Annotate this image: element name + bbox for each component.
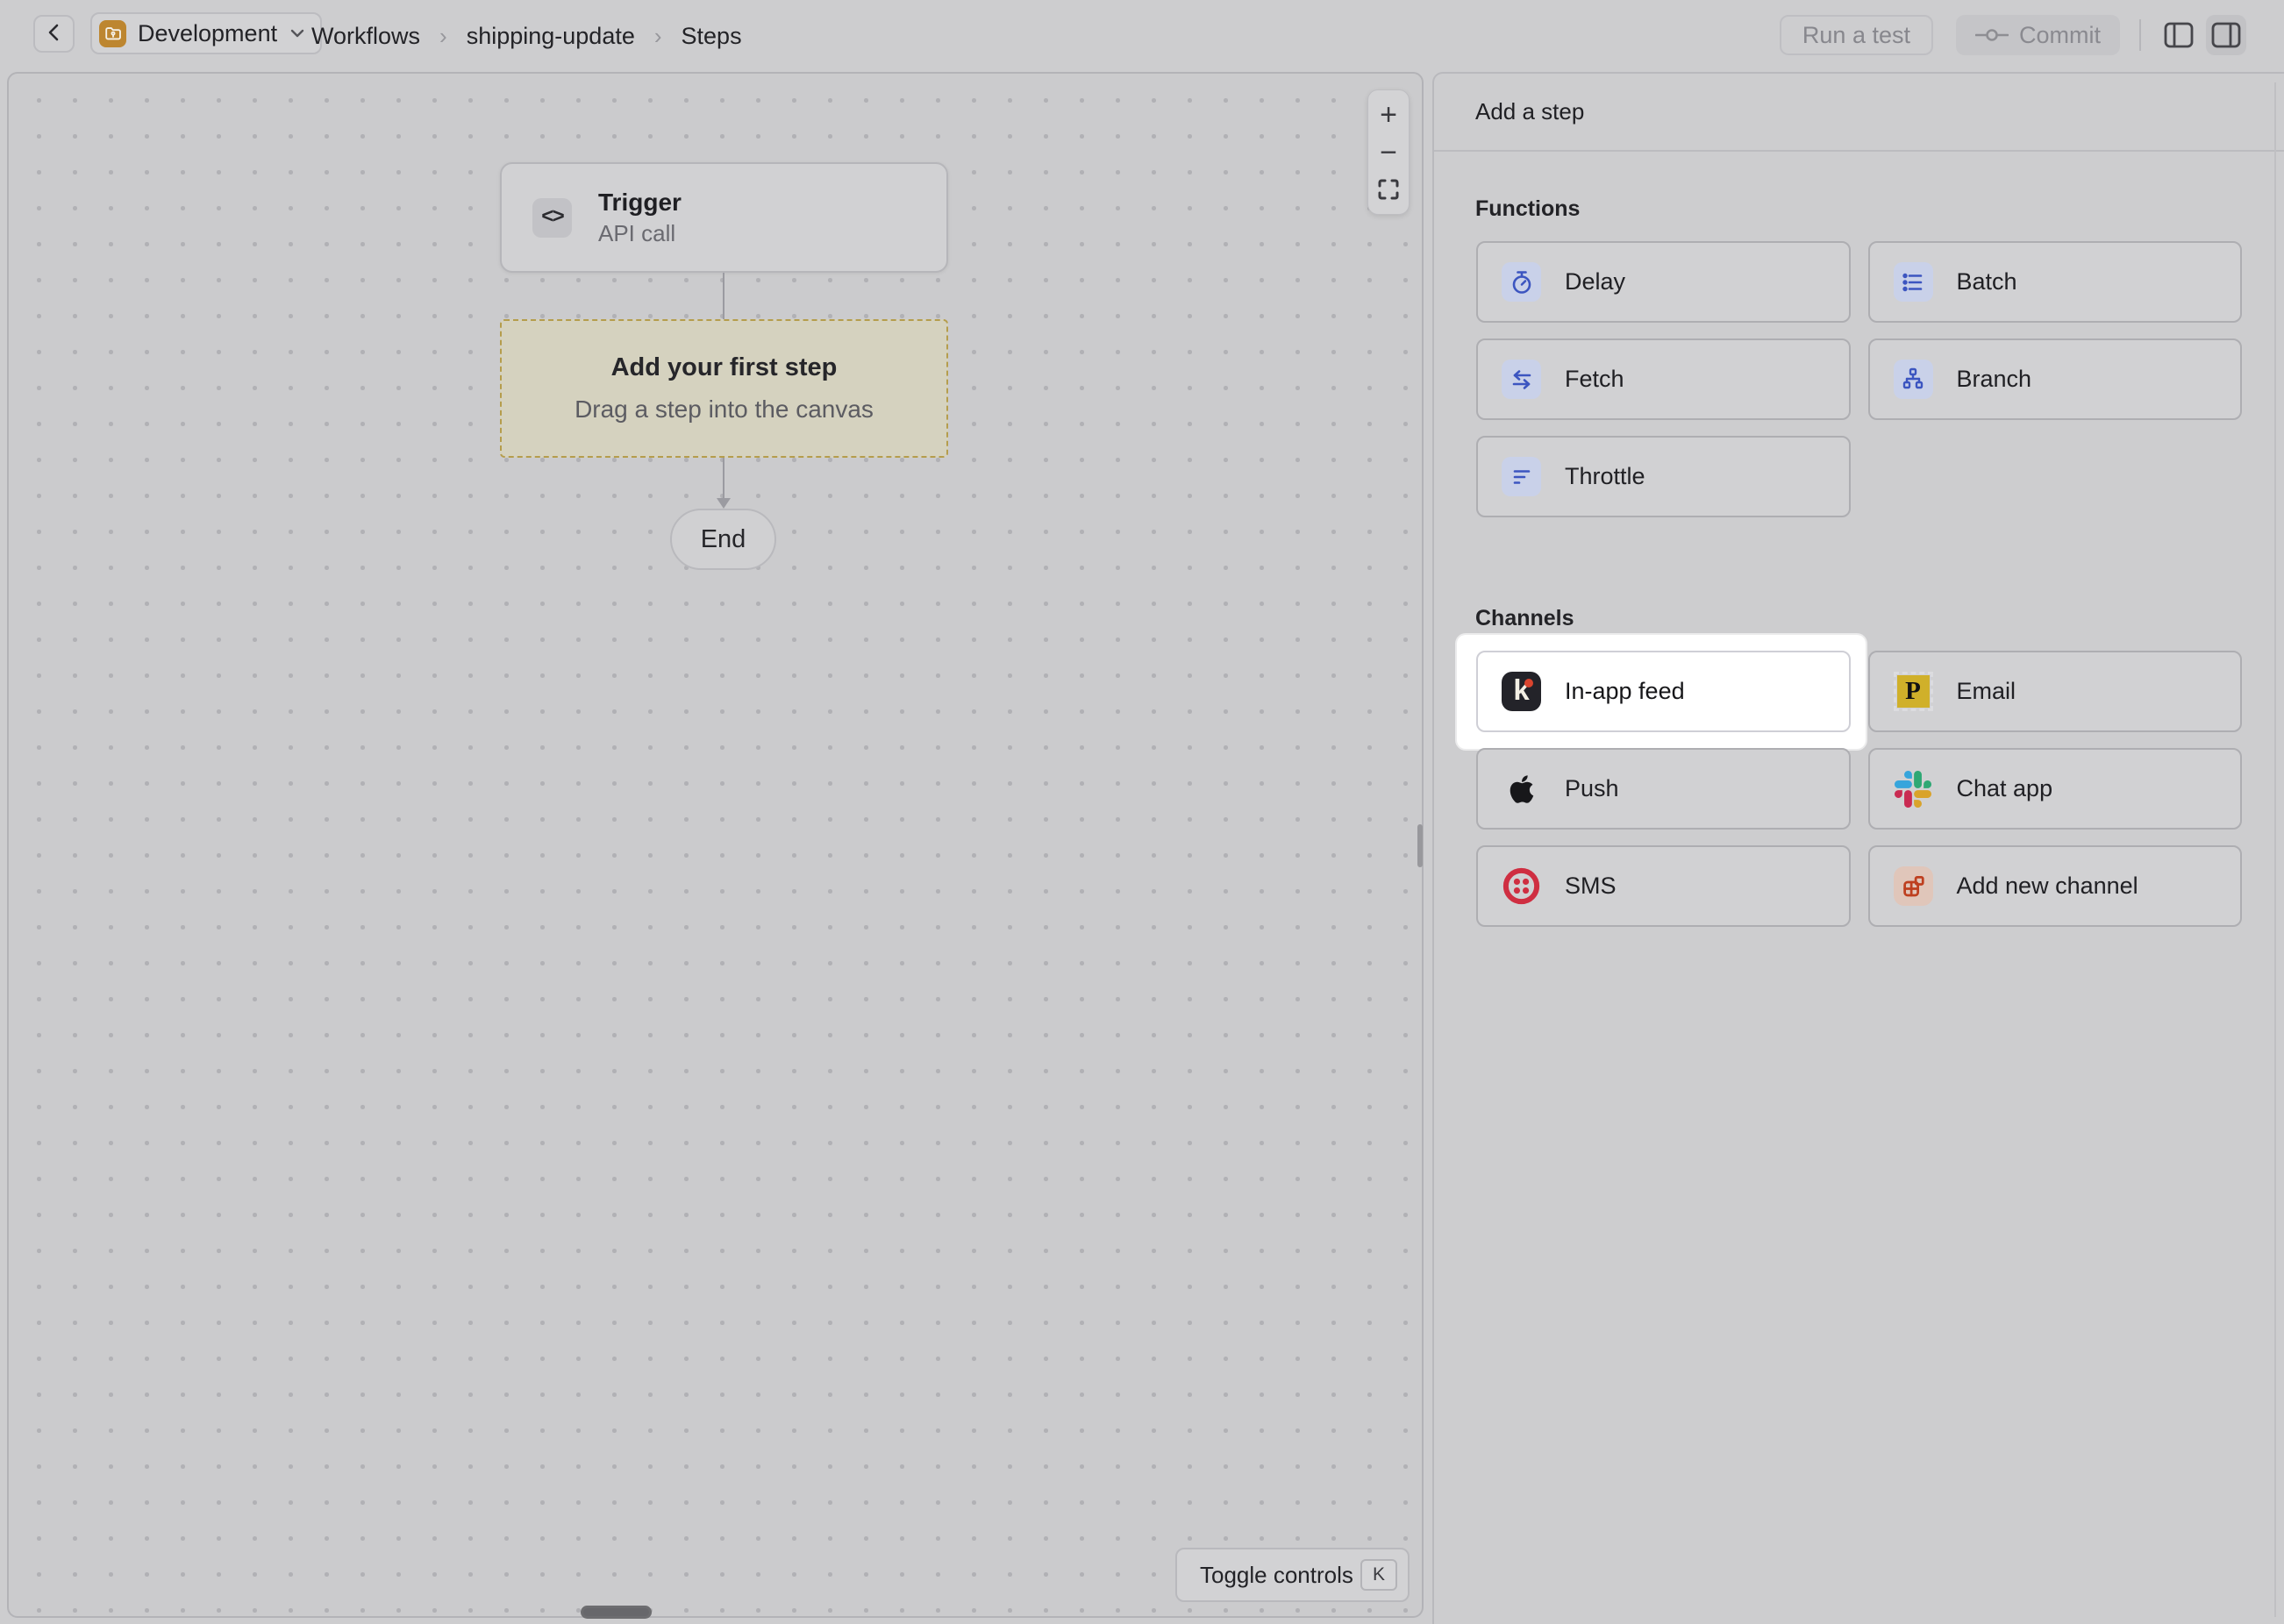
step-button-label: Email: [1957, 678, 2016, 705]
channels-section-label: Channels: [1475, 606, 2284, 631]
function-delay-button[interactable]: Delay: [1476, 241, 1851, 323]
panel-right-icon: [2210, 21, 2242, 49]
code-icon: <>: [532, 198, 572, 238]
toggle-controls-label: Toggle controls: [1200, 1562, 1353, 1589]
breadcrumb-separator: ›: [654, 23, 662, 50]
edge-arrow: [713, 458, 734, 515]
add-channel-blocks-icon: [1894, 866, 1933, 906]
function-fetch-button[interactable]: Fetch: [1476, 338, 1851, 420]
breadcrumb-steps[interactable]: Steps: [682, 23, 742, 50]
step-button-label: Push: [1565, 775, 1619, 802]
step-button-label: Batch: [1957, 268, 2017, 296]
knock-logo-icon: k: [1502, 672, 1541, 711]
workflow-canvas[interactable]: <> Trigger API call Add your first step …: [7, 72, 1424, 1618]
sidebar-title: Add a step: [1434, 74, 2284, 152]
commit-label: Commit: [2019, 22, 2101, 49]
zoom-in-button[interactable]: +: [1369, 97, 1408, 132]
channel-in-app-feed-button[interactable]: k In-app feed: [1476, 651, 1851, 732]
dropzone-subtitle: Drag a step into the canvas: [575, 395, 874, 424]
function-branch-button[interactable]: Branch: [1868, 338, 2243, 420]
breadcrumb: Workflows › shipping-update › Steps: [311, 0, 742, 72]
environment-folder-icon: [99, 20, 126, 47]
fit-view-button[interactable]: [1369, 172, 1408, 207]
trigger-title: Trigger: [598, 187, 682, 218]
panel-left-icon: [2163, 21, 2195, 49]
step-button-label: Add new channel: [1957, 873, 2138, 900]
topbar-divider: [2139, 19, 2141, 51]
breadcrumb-workflows[interactable]: Workflows: [311, 23, 420, 50]
channel-sms-button[interactable]: SMS: [1476, 845, 1851, 927]
step-button-label: In-app feed: [1565, 678, 1685, 705]
channel-chat-app-button[interactable]: Chat app: [1868, 748, 2243, 830]
environment-label: Development: [138, 20, 277, 47]
branch-tree-icon: [1894, 360, 1933, 399]
throttle-lines-icon: [1502, 457, 1541, 496]
canvas-zoom-controls: + −: [1367, 89, 1410, 215]
trigger-step-node[interactable]: <> Trigger API call: [500, 162, 948, 273]
add-new-channel-button[interactable]: Add new channel: [1868, 845, 2243, 927]
dropzone-title: Add your first step: [611, 353, 838, 382]
postmark-logo-icon: P: [1894, 672, 1933, 711]
functions-section-label: Functions: [1475, 196, 2284, 222]
back-button[interactable]: [33, 15, 75, 53]
chevron-left-icon: [43, 21, 66, 46]
knock-dot: [1524, 679, 1533, 687]
end-node[interactable]: End: [670, 509, 776, 570]
vertical-scrollbar-thumb[interactable]: [1417, 824, 1423, 867]
function-throttle-button[interactable]: Throttle: [1476, 436, 1851, 517]
function-batch-button[interactable]: Batch: [1868, 241, 2243, 323]
step-button-label: Branch: [1957, 366, 2032, 393]
step-button-label: SMS: [1565, 873, 1617, 900]
fit-view-icon: [1377, 178, 1400, 201]
trigger-subtitle: API call: [598, 218, 682, 248]
add-step-sidebar: Add a step Functions Delay Batch: [1432, 72, 2284, 1624]
batch-list-icon: [1894, 262, 1933, 302]
sidebar-scrollbar-track[interactable]: [2274, 82, 2276, 1617]
toggle-left-panel-button[interactable]: [2159, 15, 2199, 55]
channel-email-button[interactable]: P Email: [1868, 651, 2243, 732]
step-button-label: Delay: [1565, 268, 1625, 296]
twilio-logo-icon: [1502, 866, 1541, 906]
topbar-actions: Run a test Commit: [1780, 15, 2246, 55]
step-button-label: Chat app: [1957, 775, 2053, 802]
chevron-down-icon: [289, 27, 306, 39]
channel-push-button[interactable]: Push: [1476, 748, 1851, 830]
apple-logo-icon: [1502, 769, 1541, 808]
commit-button[interactable]: Commit: [1956, 15, 2120, 55]
zoom-out-button[interactable]: −: [1369, 135, 1408, 170]
horizontal-scrollbar-thumb[interactable]: [581, 1606, 652, 1619]
fetch-arrows-icon: [1502, 360, 1541, 399]
edge-connector: [723, 273, 724, 319]
slack-logo-icon: [1894, 769, 1933, 808]
toggle-right-panel-button[interactable]: [2206, 15, 2246, 55]
delay-timer-icon: [1502, 262, 1541, 302]
shortcut-keycap: K: [1360, 1559, 1397, 1591]
breadcrumb-separator: ›: [439, 23, 447, 50]
step-button-label: Fetch: [1565, 366, 1624, 393]
commit-node-icon: [1975, 27, 2009, 43]
toggle-controls-button[interactable]: Toggle controls K: [1175, 1548, 1410, 1602]
environment-switcher[interactable]: Development: [90, 12, 322, 54]
topbar: Development Workflows › shipping-update …: [0, 0, 2284, 72]
run-test-button[interactable]: Run a test: [1780, 15, 1933, 55]
breadcrumb-workflow-name[interactable]: shipping-update: [467, 23, 635, 50]
functions-grid: Delay Batch Fetch: [1434, 241, 2284, 517]
add-first-step-dropzone[interactable]: Add your first step Drag a step into the…: [500, 319, 948, 458]
step-button-label: Throttle: [1565, 463, 1645, 490]
